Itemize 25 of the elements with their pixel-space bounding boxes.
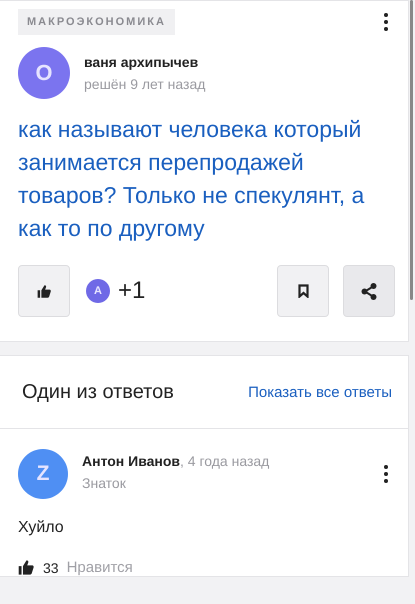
voter-avatar: A (86, 279, 110, 303)
category-tag[interactable]: МАКРОЭКОНОМИКА (18, 9, 175, 35)
show-all-link[interactable]: Показать все ответы (248, 384, 392, 400)
author-line: Антон Иванов, 4 года назад (82, 453, 270, 469)
scrollbar-thumb[interactable] (410, 0, 413, 300)
question-status: решён 9 лет назад (84, 76, 206, 92)
share-icon (361, 282, 377, 300)
author-rank: Знаток (82, 475, 127, 491)
share-button[interactable] (343, 265, 395, 317)
user-avatar[interactable]: Z (18, 449, 68, 499)
bookmark-button[interactable] (277, 265, 329, 317)
thumbs-up-icon (18, 559, 35, 576)
like-link[interactable]: Нравится (66, 559, 133, 576)
vote-count: +1 (118, 277, 146, 305)
more-icon[interactable] (384, 465, 388, 483)
section-title: Один из ответов (22, 380, 174, 404)
user-avatar[interactable]: О (18, 47, 70, 99)
like-button[interactable] (18, 265, 70, 317)
bookmark-icon (298, 284, 308, 298)
question-text: как называют человека который занимается перепродажей товаров? Только не спекулянт, а как то по другому (18, 115, 366, 243)
thumbs-up-icon (36, 284, 52, 298)
author-name[interactable]: ваня архипычев (84, 54, 206, 70)
more-icon[interactable] (384, 13, 388, 31)
answer-text: Хуйло (18, 519, 65, 537)
like-count: 33 (43, 560, 59, 576)
